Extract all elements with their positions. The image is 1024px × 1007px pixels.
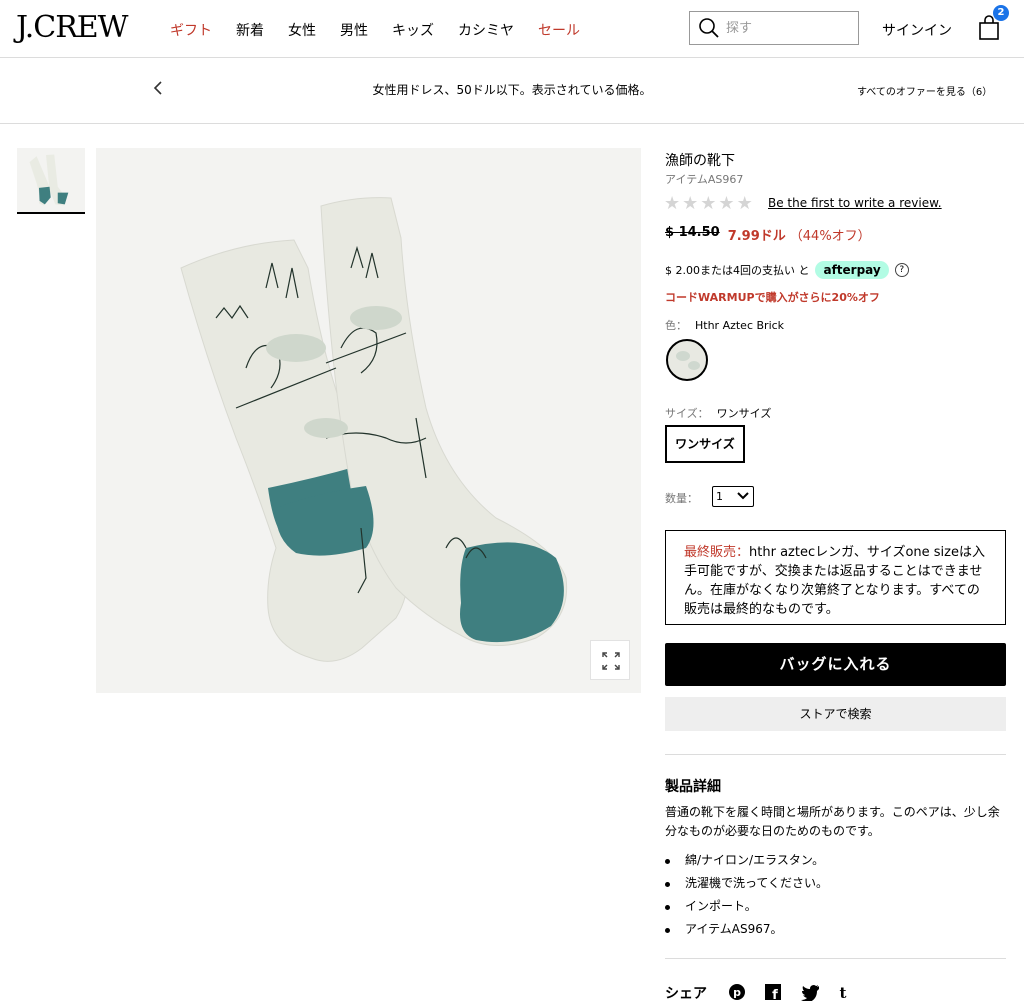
twitter-icon[interactable] [800,983,819,1003]
divider [665,754,1006,755]
product-details-list: 綿/ナイロン/エラスタン。 洗濯機で洗ってください。 インポート。 アイテムAS… [665,849,828,941]
nav-item-kids[interactable]: キッズ [392,20,434,40]
swatch-pattern [688,361,700,370]
quantity-select[interactable]: 1 [712,486,754,507]
chevron-down-icon [737,487,749,511]
afterpay-badge[interactable]: afterpay [815,261,889,279]
discount-percent: （44%オフ） [789,229,871,244]
add-to-bag-button[interactable]: バッグに入れる [665,643,1006,686]
list-item: 綿/ナイロン/エラスタン。 [665,849,828,872]
write-review-link[interactable]: Be the first to write a review. [768,196,942,210]
size-label-text: サイズ： [665,407,709,420]
svg-text:f: f [772,988,778,1001]
expand-icon[interactable] [590,640,630,680]
price-row: $ 14.50 7.99ドル （44%オフ） [665,225,871,244]
pinterest-icon[interactable]: p [728,983,746,1001]
size-value: ワンサイズ [716,407,772,420]
tumblr-icon[interactable]: t [836,983,854,1002]
find-in-store-button[interactable]: ストアで検索 [665,697,1006,731]
nav-item-cashmere[interactable]: カシミヤ [458,20,514,40]
product-title: 漁師の靴下 [665,153,735,169]
star-icon[interactable]: ★ [700,195,716,213]
sale-price: 7.99ドル [727,229,786,244]
list-item: 洗濯機で洗ってください。 [665,872,828,895]
see-all-offers-link[interactable]: すべてのオファーを見る（6） [857,83,992,98]
final-sale-notice: 最終販売：hthr aztecレンガ、サイズone sizeは入手可能ですが、交… [665,530,1006,625]
size-label: サイズ： ワンサイズ [665,405,771,421]
item-number: アイテムAS967 [665,173,744,186]
site-header: J.CREW ギフト 新着 女性 男性 キッズ カシミヤ セール サインイン 2 [0,0,1024,58]
nav-item-men[interactable]: 男性 [340,20,368,40]
star-icon[interactable]: ★ [718,195,734,213]
facebook-icon[interactable]: f [764,983,782,1003]
quantity-value: 1 [716,490,723,503]
svg-text:t: t [840,984,847,1001]
search-input[interactable] [726,20,846,36]
share-label: シェア [665,986,707,1002]
bag-count-badge: 2 [993,5,1009,21]
search-icon[interactable] [698,17,720,39]
size-option-button[interactable]: ワンサイズ [665,425,745,463]
star-icon[interactable]: ★ [737,195,753,213]
list-item: アイテムAS967。 [665,918,828,941]
nav-item-sale[interactable]: セール [538,20,580,40]
product-main-image[interactable] [96,148,641,693]
share-icons: p f t [728,983,854,1003]
rating-stars[interactable]: ★ ★ ★ ★ ★ [664,195,753,213]
nav-item-women[interactable]: 女性 [288,20,316,40]
question-icon[interactable]: ? [894,263,909,277]
promo-code-message: コードWARMUPで購入がさらに20%オフ [665,291,880,304]
original-price: $ 14.50 [665,225,720,240]
quantity-label: 数量： [665,492,698,505]
sign-in-link[interactable]: サインイン [882,20,952,40]
product-details-title: 製品詳細 [665,779,721,795]
svg-text:p: p [733,986,741,999]
color-label-text: 色： [665,319,687,332]
star-icon[interactable]: ★ [664,195,680,213]
final-sale-label: 最終販売： [684,545,750,560]
main-nav: ギフト 新着 女性 男性 キッズ カシミヤ セール [170,20,604,40]
product-details-description: 普通の靴下を履く時間と場所があります。このペアは、少し余分なものが必要な日のため… [665,805,1000,838]
nav-item-gifts[interactable]: ギフト [170,20,212,40]
promo-banner: 女性用ドレス、50ドル以下。表示されている価格。 すべてのオファーを見る（6） [0,58,1024,124]
search-box[interactable] [689,11,859,45]
jcrew-logo[interactable]: J.CREW [16,10,129,45]
color-swatch[interactable] [666,339,708,381]
color-value: Hthr Aztec Brick [695,319,785,332]
afterpay-row: $ 2.00または4回の支払い と afterpay ? [665,261,909,279]
swatch-pattern [676,351,690,361]
color-label: 色： Hthr Aztec Brick [665,317,784,333]
afterpay-text: $ 2.00または4回の支払い と [665,264,810,277]
nav-item-new[interactable]: 新着 [236,20,264,40]
star-icon[interactable]: ★ [682,195,698,213]
list-item: インポート。 [665,895,828,918]
divider [665,958,1006,959]
product-thumbnail[interactable] [17,148,85,214]
